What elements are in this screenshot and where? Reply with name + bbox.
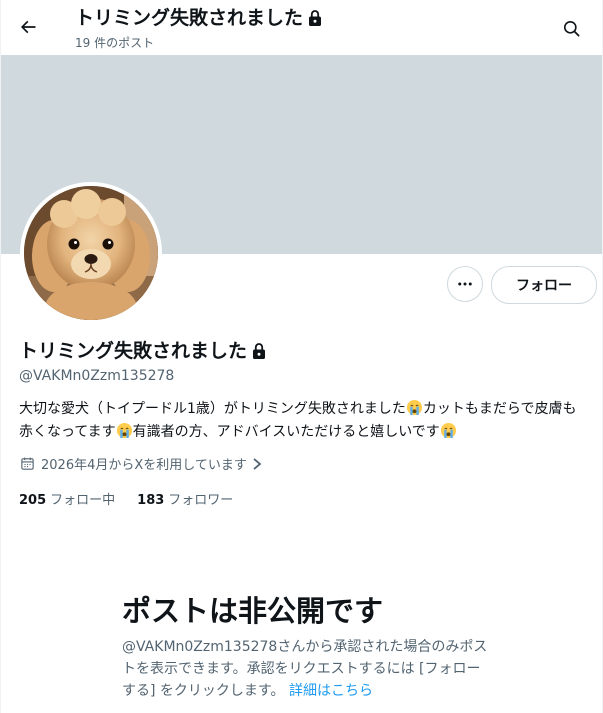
private-description: @VAKMn0Zzm135278さんから承認された場合のみポストを表示できます。… [122, 636, 492, 702]
avatar[interactable] [20, 182, 162, 324]
crying-face-icon [440, 422, 456, 439]
arrow-left-icon [20, 20, 36, 34]
follow-button[interactable]: フォロー [491, 266, 597, 304]
header-title: トリミング失敗されました [75, 7, 304, 29]
learn-more-link[interactable]: 詳細はこちら [289, 683, 373, 699]
crying-face-icon [116, 422, 132, 439]
profile-page: トリミング失敗されました 19 件のポスト フォロー トリミング失敗されました … [0, 0, 603, 713]
followers-label: フォロワー [168, 493, 234, 508]
bio-text-3: 有識者の方、アドバイスいただけると嬉しいです [132, 424, 440, 440]
private-title: ポストは非公開です [122, 594, 384, 628]
followers-count: 183 [137, 493, 165, 508]
bio-text-1: 大切な愛犬（トイプードル1歳）がトリミング失敗されました [19, 401, 406, 417]
back-button[interactable] [11, 10, 45, 44]
lock-icon [251, 342, 267, 360]
chevron-right-icon [251, 457, 263, 471]
calendar-icon [21, 457, 34, 470]
header-title-row: トリミング失敗されました [75, 6, 323, 30]
profile-name: トリミング失敗されました [19, 340, 248, 362]
follow-stats: 205 フォロー中 183 フォロワー [19, 489, 255, 508]
more-icon [458, 282, 472, 286]
top-header: トリミング失敗されました 19 件のポスト [1, 0, 602, 55]
joined-date[interactable]: 2026年4月からXを利用しています [20, 454, 263, 473]
lock-icon [307, 9, 323, 27]
following-label: フォロー中 [50, 493, 116, 508]
joined-text: 2026年4月からXを利用しています [41, 458, 247, 473]
more-button[interactable] [447, 266, 483, 302]
following-link[interactable]: 205 フォロー中 [19, 489, 115, 508]
profile-handle: @VAKMn0Zzm135278 [19, 368, 175, 384]
followers-link[interactable]: 183 フォロワー [137, 489, 233, 508]
post-count: 19 件のポスト [75, 36, 155, 50]
search-icon [563, 20, 579, 36]
profile-name-row: トリミング失敗されました [19, 338, 267, 364]
search-button[interactable] [554, 11, 588, 45]
crying-face-icon [406, 399, 422, 416]
following-count: 205 [19, 493, 47, 508]
profile-bio: 大切な愛犬（トイプードル1歳）がトリミング失敗されました カットもまだらで皮膚も赤… [19, 398, 585, 444]
